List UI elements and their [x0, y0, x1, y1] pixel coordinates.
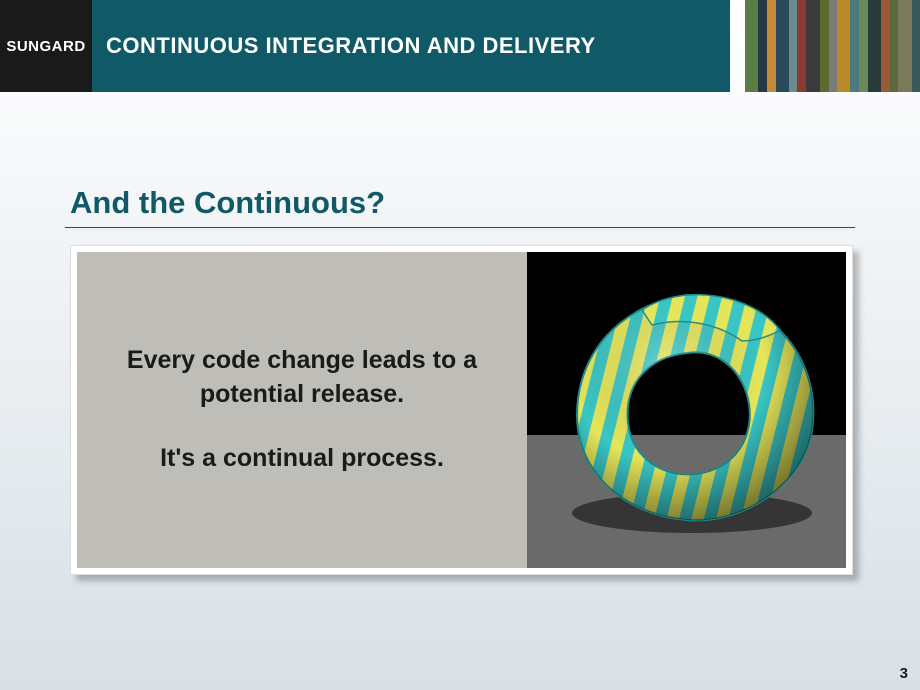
- decorative-stripes: [745, 0, 920, 92]
- body-line-2: It's a continual process.: [160, 442, 444, 476]
- logo-text: SUNGARD: [6, 38, 85, 55]
- decorative-stripe: [820, 0, 829, 92]
- deck-title: CONTINUOUS INTEGRATION AND DELIVERY: [106, 33, 596, 59]
- decorative-stripe: [789, 0, 797, 92]
- deck-title-bar: CONTINUOUS INTEGRATION AND DELIVERY: [92, 0, 730, 92]
- decorative-stripe: [797, 0, 806, 92]
- decorative-stripe: [837, 0, 850, 92]
- decorative-stripe: [758, 0, 767, 92]
- decorative-stripe: [745, 0, 758, 92]
- content-card: Every code change leads to a potential r…: [70, 245, 853, 575]
- slide-title: And the Continuous?: [70, 185, 385, 221]
- decorative-stripe: [767, 0, 775, 92]
- decorative-stripe: [806, 0, 819, 92]
- decorative-stripe: [881, 0, 890, 92]
- logo-box: SUNGARD: [0, 0, 92, 92]
- mobius-strip-icon: [542, 275, 832, 545]
- decorative-stripe: [912, 0, 920, 92]
- slide-header: SUNGARD CONTINUOUS INTEGRATION AND DELIV…: [0, 0, 730, 92]
- decorative-stripe: [776, 0, 789, 92]
- decorative-stripe: [850, 0, 858, 92]
- page-number: 3: [900, 665, 908, 682]
- decorative-stripe: [859, 0, 868, 92]
- card-text-panel: Every code change leads to a potential r…: [77, 252, 527, 568]
- decorative-stripe: [829, 0, 837, 92]
- title-underline: [65, 227, 855, 228]
- decorative-stripe: [890, 0, 898, 92]
- decorative-stripe: [868, 0, 881, 92]
- decorative-stripe: [898, 0, 911, 92]
- slide: SUNGARD CONTINUOUS INTEGRATION AND DELIV…: [0, 0, 920, 690]
- body-line-1: Every code change leads to a potential r…: [103, 344, 501, 412]
- card-image-panel: [527, 252, 846, 568]
